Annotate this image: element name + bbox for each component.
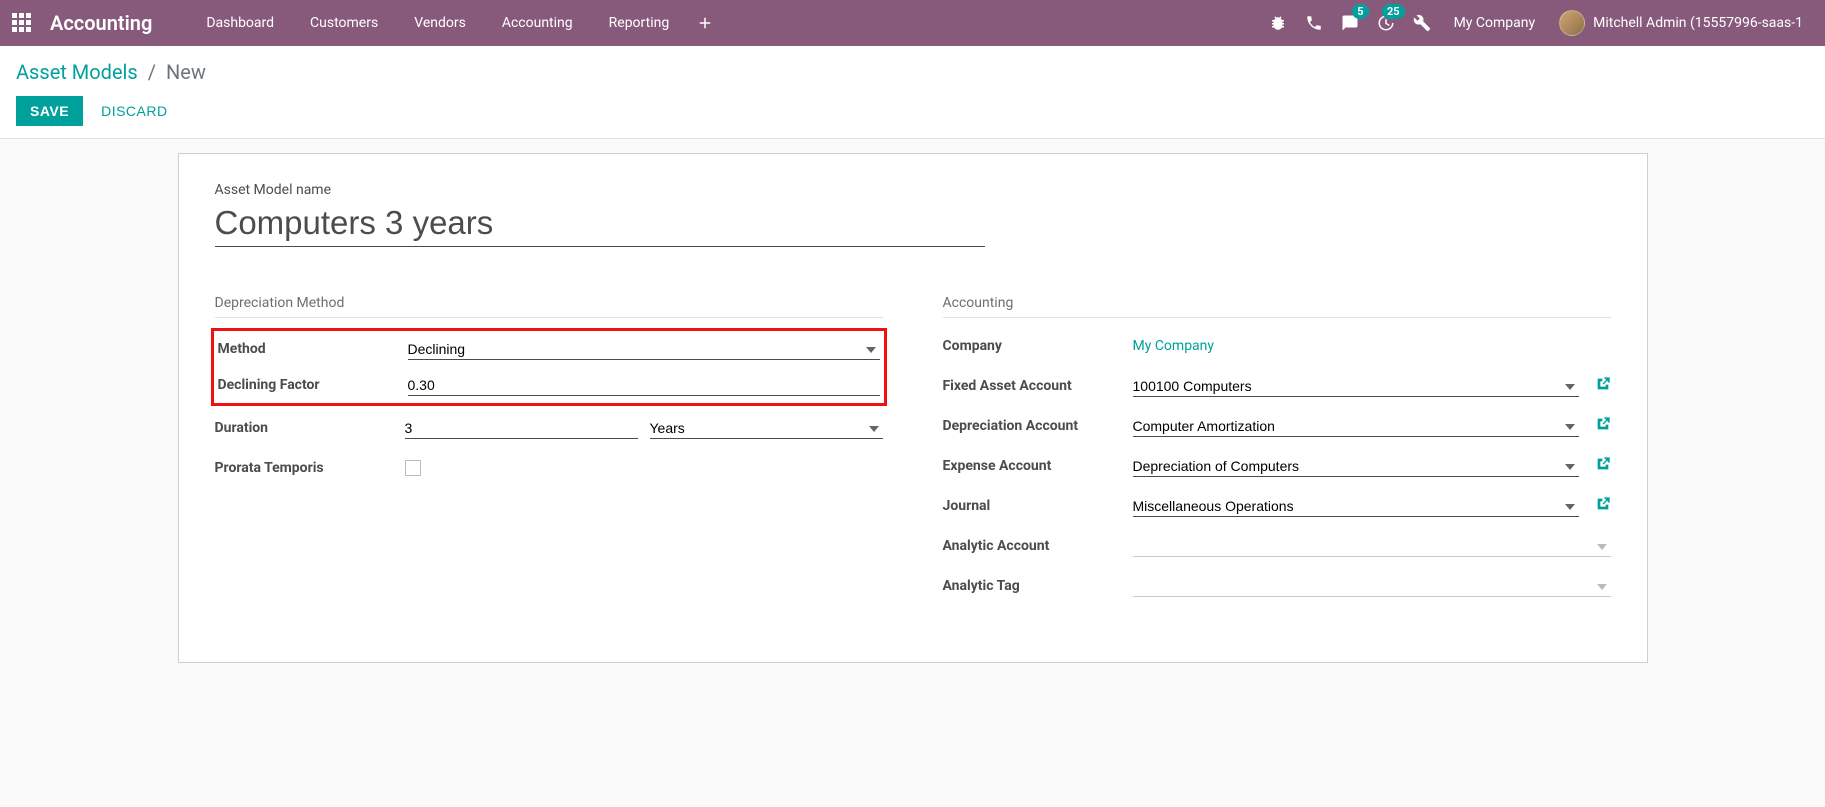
label-analytic-account: Analytic Account	[943, 538, 1133, 554]
user-name: Mitchell Admin (15557996-saas-1	[1593, 15, 1803, 31]
breadcrumb: Asset Models / New	[16, 60, 1809, 84]
menu-reporting[interactable]: Reporting	[591, 0, 688, 46]
form-sheet: Asset Model name Depreciation Method Met…	[178, 153, 1648, 663]
asset-model-name-input[interactable]	[215, 202, 985, 247]
menu-dashboard[interactable]: Dashboard	[188, 0, 292, 46]
activities-icon[interactable]: 25	[1368, 0, 1404, 46]
title-label: Asset Model name	[215, 182, 1611, 198]
breadcrumb-sep: /	[143, 60, 161, 84]
app-brand[interactable]: Accounting	[50, 11, 152, 35]
messages-badge: 5	[1352, 4, 1368, 19]
external-link-icon[interactable]	[1595, 416, 1611, 436]
company-link[interactable]: My Company	[1133, 338, 1215, 354]
new-icon[interactable]	[687, 0, 723, 46]
label-depreciation-account: Depreciation Account	[943, 418, 1133, 434]
external-link-icon[interactable]	[1595, 456, 1611, 476]
group-accounting: Accounting Company My Company Fixed Asse…	[943, 295, 1611, 612]
menu-vendors[interactable]: Vendors	[396, 0, 484, 46]
user-menu[interactable]: Mitchell Admin (15557996-saas-1	[1549, 10, 1813, 36]
group-depreciation: Depreciation Method Method Declining Fac…	[215, 295, 883, 612]
save-button[interactable]: SAVE	[16, 96, 83, 126]
main-navbar: Accounting Dashboard Customers Vendors A…	[0, 0, 1825, 46]
discard-button[interactable]: DISCARD	[101, 103, 168, 119]
label-declining-factor: Declining Factor	[218, 377, 408, 393]
analytic-account-input[interactable]	[1133, 536, 1611, 557]
messages-icon[interactable]: 5	[1332, 0, 1368, 46]
label-analytic-tag: Analytic Tag	[943, 578, 1133, 594]
label-expense-account: Expense Account	[943, 458, 1133, 474]
method-select[interactable]	[408, 339, 880, 360]
phone-icon[interactable]	[1296, 0, 1332, 46]
journal-input[interactable]	[1133, 496, 1579, 517]
external-link-icon[interactable]	[1595, 376, 1611, 396]
depreciation-account-input[interactable]	[1133, 416, 1579, 437]
group-depreciation-title: Depreciation Method	[215, 295, 883, 318]
control-panel: Asset Models / New SAVE DISCARD	[0, 46, 1825, 139]
expense-account-input[interactable]	[1133, 456, 1579, 477]
label-fixed-asset-account: Fixed Asset Account	[943, 378, 1133, 394]
label-company: Company	[943, 338, 1133, 354]
menu-accounting[interactable]: Accounting	[484, 0, 591, 46]
label-method: Method	[218, 341, 408, 357]
company-switcher[interactable]: My Company	[1440, 15, 1550, 31]
apps-icon[interactable]	[12, 13, 32, 33]
group-accounting-title: Accounting	[943, 295, 1611, 318]
breadcrumb-parent[interactable]: Asset Models	[16, 60, 138, 84]
prorata-checkbox[interactable]	[405, 460, 421, 476]
duration-unit-select[interactable]	[650, 418, 883, 439]
fixed-asset-account-input[interactable]	[1133, 376, 1579, 397]
breadcrumb-current: New	[166, 60, 206, 84]
label-prorata: Prorata Temporis	[215, 460, 405, 476]
duration-number-input[interactable]	[405, 418, 638, 439]
label-duration: Duration	[215, 420, 405, 436]
highlighted-fields: Method Declining Factor	[211, 328, 887, 406]
analytic-tag-input[interactable]	[1133, 576, 1611, 597]
declining-factor-input[interactable]	[408, 375, 880, 396]
avatar	[1559, 10, 1585, 36]
label-journal: Journal	[943, 498, 1133, 514]
tools-icon[interactable]	[1404, 0, 1440, 46]
activities-badge: 25	[1382, 4, 1405, 19]
external-link-icon[interactable]	[1595, 496, 1611, 516]
bug-icon[interactable]	[1260, 0, 1296, 46]
menu-customers[interactable]: Customers	[292, 0, 396, 46]
